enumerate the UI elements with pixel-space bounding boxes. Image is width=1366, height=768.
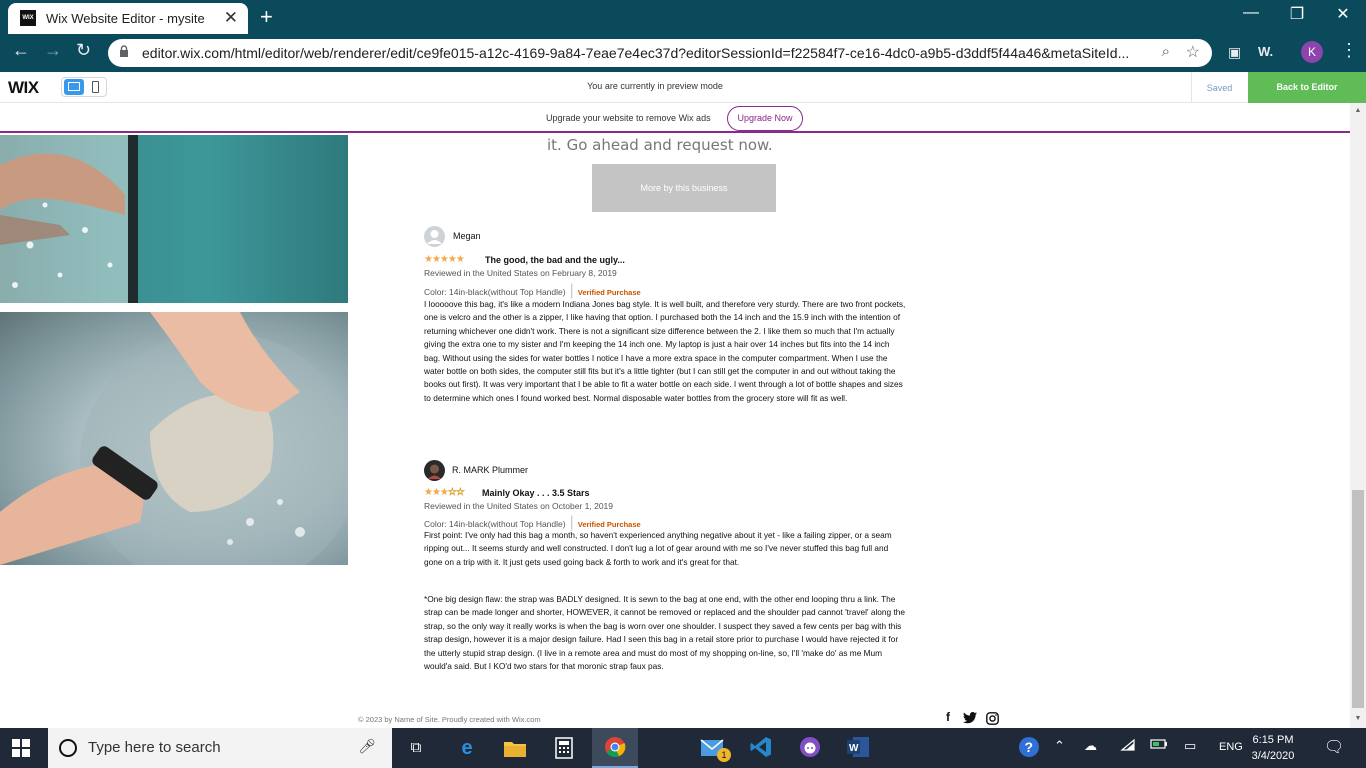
twitter-icon[interactable] xyxy=(963,710,977,727)
windows-start-icon[interactable] xyxy=(12,739,30,757)
wifi-icon[interactable] xyxy=(1120,738,1136,755)
extension-icon[interactable]: ▣ xyxy=(1228,44,1241,61)
reviewer-name: Megan xyxy=(453,231,481,241)
device-switcher[interactable] xyxy=(61,77,107,97)
reviewer-name: R. MARK Plummer xyxy=(452,465,529,475)
svg-text:?: ? xyxy=(1025,739,1034,755)
chrome-icon[interactable] xyxy=(603,736,627,760)
reload-icon[interactable]: ↻ xyxy=(76,40,91,61)
divider: | xyxy=(569,282,574,299)
url-bar[interactable]: editor.wix.com/html/editor/web/renderer/… xyxy=(108,39,1212,67)
instagram-icon[interactable] xyxy=(986,710,999,728)
forward-arrow-icon[interactable]: → xyxy=(44,40,62,61)
mobile-view-icon[interactable] xyxy=(92,81,99,93)
restore-icon[interactable]: ❐ xyxy=(1274,4,1320,24)
back-arrow-icon[interactable]: ← xyxy=(12,40,30,61)
review-title[interactable]: Mainly Okay . . . 3.5 Stars xyxy=(482,488,590,498)
new-tab-icon[interactable]: + xyxy=(260,4,273,30)
review-date: Reviewed in the United States on October… xyxy=(424,501,614,511)
taskbar-clock[interactable]: 6:15 PM 3/4/2020 xyxy=(1243,732,1303,764)
filled-stars: ★★★ xyxy=(424,487,449,498)
scroll-down-icon[interactable]: ▼ xyxy=(1352,715,1364,722)
battery-icon[interactable] xyxy=(1150,738,1168,753)
help-icon[interactable]: ? xyxy=(1018,736,1040,761)
lock-icon xyxy=(120,45,128,57)
show-hidden-icons[interactable]: ⌃ xyxy=(1054,738,1065,754)
mail-badge: 1 xyxy=(717,748,731,762)
reviewer-avatar xyxy=(424,460,445,481)
facebook-icon[interactable]: f xyxy=(946,710,950,724)
desktop-view-icon[interactable] xyxy=(64,79,84,95)
github-desktop-icon[interactable] xyxy=(798,736,822,760)
tab-title: Wix Website Editor - mysite xyxy=(46,11,205,26)
url-text: editor.wix.com/html/editor/web/renderer/… xyxy=(142,45,1130,61)
saved-status: Saved xyxy=(1206,83,1233,93)
footer-copyright: © 2023 by Name of Site. Proudly created … xyxy=(358,715,541,724)
wix-extension-icon[interactable]: W. xyxy=(1258,44,1273,59)
window-cleaning-image xyxy=(0,135,348,303)
taskbar-search-box[interactable]: Type here to search 🎤︎ xyxy=(48,728,392,768)
verified-badge: Verified Purchase xyxy=(577,288,641,297)
review-body: I looooove this bag, it's like a modern … xyxy=(424,299,906,403)
word-icon[interactable]: W xyxy=(846,736,870,760)
keyboard-icon[interactable]: ▭ xyxy=(1184,738,1196,754)
task-view-icon[interactable]: ⧉ xyxy=(404,736,428,760)
variant-color: Color: 14in-black(without Top Handle) xyxy=(424,519,566,529)
browser-tab[interactable]: WIX Wix Website Editor - mysite ✕ xyxy=(8,3,248,34)
empty-stars: ☆☆ xyxy=(447,487,466,499)
scroll-up-icon[interactable]: ▲ xyxy=(1352,107,1364,114)
upgrade-now-button[interactable]: Upgrade Now xyxy=(727,106,803,131)
bookmark-star-icon[interactable]: ☆ xyxy=(1186,42,1200,62)
clock-time: 6:15 PM xyxy=(1252,734,1294,746)
cortana-icon xyxy=(59,739,77,757)
scrollbar-thumb[interactable] xyxy=(1352,490,1364,708)
minimize-icon[interactable]: — xyxy=(1228,4,1274,22)
tagline-text: it. Go ahead and request now. xyxy=(547,136,773,154)
clock-date: 3/4/2020 xyxy=(1251,750,1295,762)
reviewer-avatar xyxy=(424,226,445,247)
upgrade-banner-text: Upgrade your website to remove Wix ads xyxy=(546,113,711,123)
preview-mode-notice: You are currently in preview mode xyxy=(587,81,723,91)
microphone-icon[interactable]: 🎤︎ xyxy=(358,738,376,755)
review-date: Reviewed in the United States on Februar… xyxy=(424,268,617,278)
search-placeholder: Type here to search xyxy=(88,739,221,756)
wix-logo: WIX xyxy=(8,78,39,97)
scrubbing-bowl-image xyxy=(0,312,348,565)
profile-avatar[interactable]: K xyxy=(1301,41,1323,63)
zoom-icon[interactable]: ⌕ xyxy=(1162,43,1170,60)
verified-badge: Verified Purchase xyxy=(577,520,641,529)
file-explorer-icon[interactable] xyxy=(503,736,527,760)
review-title[interactable]: The good, the bad and the ugly... xyxy=(485,255,625,265)
svg-text:W: W xyxy=(849,743,859,754)
window-close-icon[interactable]: ✕ xyxy=(1320,4,1366,24)
cloud-sync-icon[interactable]: ☁ xyxy=(1084,738,1097,754)
edge-icon[interactable]: e xyxy=(455,736,479,760)
star-rating: ★★★★★ xyxy=(424,254,465,265)
star-rating: ★★★☆☆ xyxy=(424,487,466,499)
review-body: First point: I've only had this bag a mo… xyxy=(424,530,892,567)
menu-kebab-icon[interactable]: ⋮ xyxy=(1340,40,1358,61)
more-by-business-button[interactable]: More by this business xyxy=(592,164,776,212)
review-body-continued: *One big design flaw: the strap was BADL… xyxy=(424,594,905,672)
notifications-icon[interactable]: 🗨︎ xyxy=(1324,737,1344,757)
wix-favicon-icon: WIX xyxy=(20,10,36,26)
calculator-icon[interactable] xyxy=(552,736,576,760)
variant-color: Color: 14in-black(without Top Handle) xyxy=(424,287,566,297)
back-to-editor-button[interactable]: Back to Editor xyxy=(1248,72,1366,103)
tab-close-icon[interactable]: ✕ xyxy=(224,8,238,28)
vscode-icon[interactable] xyxy=(749,736,773,760)
language-indicator[interactable]: ENG xyxy=(1219,741,1243,753)
